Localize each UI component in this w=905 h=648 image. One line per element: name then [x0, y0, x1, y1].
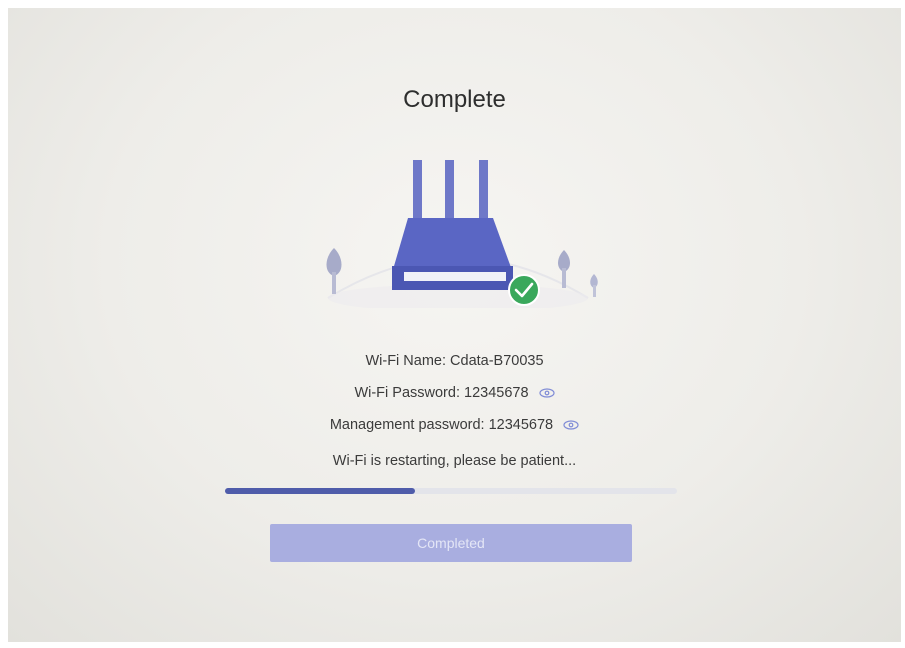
- wifi-name-row: Wi-Fi Name: Cdata-B70035: [8, 353, 901, 369]
- page-title: Complete: [403, 86, 506, 113]
- status-text: Wi-Fi is restarting, please be patient..…: [332, 453, 577, 469]
- check-circle-icon: [508, 274, 540, 306]
- status-row: Wi-Fi is restarting, please be patient..…: [8, 453, 901, 469]
- tree-icon: [326, 248, 342, 294]
- router-icon: [392, 160, 513, 290]
- management-password-row: Management password: 12345678: [8, 417, 901, 433]
- tree-icon: [590, 274, 598, 297]
- router-illustration: [326, 160, 598, 308]
- management-password-text: Management password: 12345678: [329, 417, 554, 433]
- setup-screen: Complete Wi-Fi Name: Cdata-B70035 Wi-Fi …: [8, 8, 901, 642]
- wifi-password-row: Wi-Fi Password: 12345678: [8, 385, 901, 401]
- eye-icon[interactable]: [538, 388, 555, 398]
- progress-fill: [225, 488, 415, 494]
- wifi-name-text: Wi-Fi Name: Cdata-B70035: [365, 353, 544, 369]
- wifi-password-text: Wi-Fi Password: 12345678: [354, 385, 529, 401]
- eye-icon[interactable]: [563, 420, 579, 430]
- progress-bar: [225, 488, 677, 494]
- completed-button[interactable]: Completed: [270, 524, 632, 562]
